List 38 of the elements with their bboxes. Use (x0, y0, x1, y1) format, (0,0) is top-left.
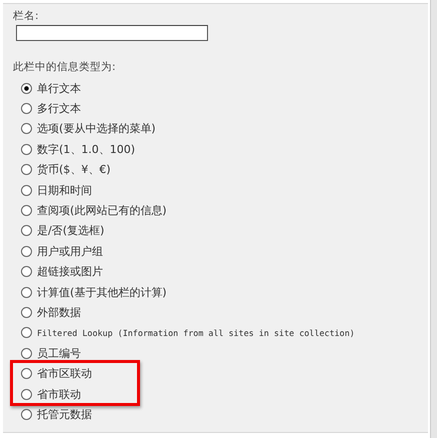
option-label: Filtered Lookup (Information from all sites in site collection) (37, 328, 355, 338)
radio-button[interactable] (21, 368, 32, 380)
option-label: 是/否(复选框) (37, 223, 104, 238)
column-name-field[interactable] (16, 25, 208, 41)
radio-button[interactable] (21, 103, 32, 114)
radio-button[interactable] (21, 327, 32, 338)
option-label: 用户或用户组 (37, 244, 103, 259)
radio-button[interactable] (21, 408, 32, 420)
option-label: 选项(要从中选择的菜单) (37, 121, 156, 136)
option-label: 外部数据 (37, 304, 81, 320)
radio-button[interactable] (21, 306, 32, 318)
option-label: 托管元数据 (37, 406, 92, 422)
radio-button[interactable] (21, 184, 32, 196)
radio-button[interactable] (21, 348, 32, 359)
type-label: 此栏中的信息类型为: (13, 60, 116, 74)
radio-button[interactable] (21, 266, 32, 278)
radio-button[interactable] (21, 286, 32, 298)
option-label: 多行文本 (37, 101, 81, 116)
option-label: 货币($、¥、€) (37, 162, 111, 178)
radio-button[interactable] (21, 164, 32, 176)
option-label: 查阅项(此网站已有的信息) (37, 203, 167, 218)
radio-button[interactable] (21, 82, 32, 94)
option-label: 省市联动 (37, 386, 81, 402)
radio-button[interactable] (21, 246, 32, 257)
option-label: 数字(1、1.0、100) (37, 142, 136, 157)
field-label: 栏名: (13, 9, 39, 23)
option-label: 日期和时间 (37, 182, 92, 198)
radio-button[interactable] (21, 144, 32, 155)
radio-button[interactable] (21, 123, 32, 134)
option-label: 省市区联动 (37, 366, 92, 382)
radio-button[interactable] (21, 388, 32, 400)
option-label: 计算值(基于其他栏的计算) (37, 284, 167, 300)
option-label: 员工编号 (37, 346, 81, 361)
option-label: 单行文本 (37, 80, 81, 96)
radio-button[interactable] (21, 225, 32, 236)
option-label: 超链接或图片 (37, 264, 103, 280)
scrollbar[interactable] (430, 0, 437, 438)
radio-button[interactable] (21, 205, 32, 216)
